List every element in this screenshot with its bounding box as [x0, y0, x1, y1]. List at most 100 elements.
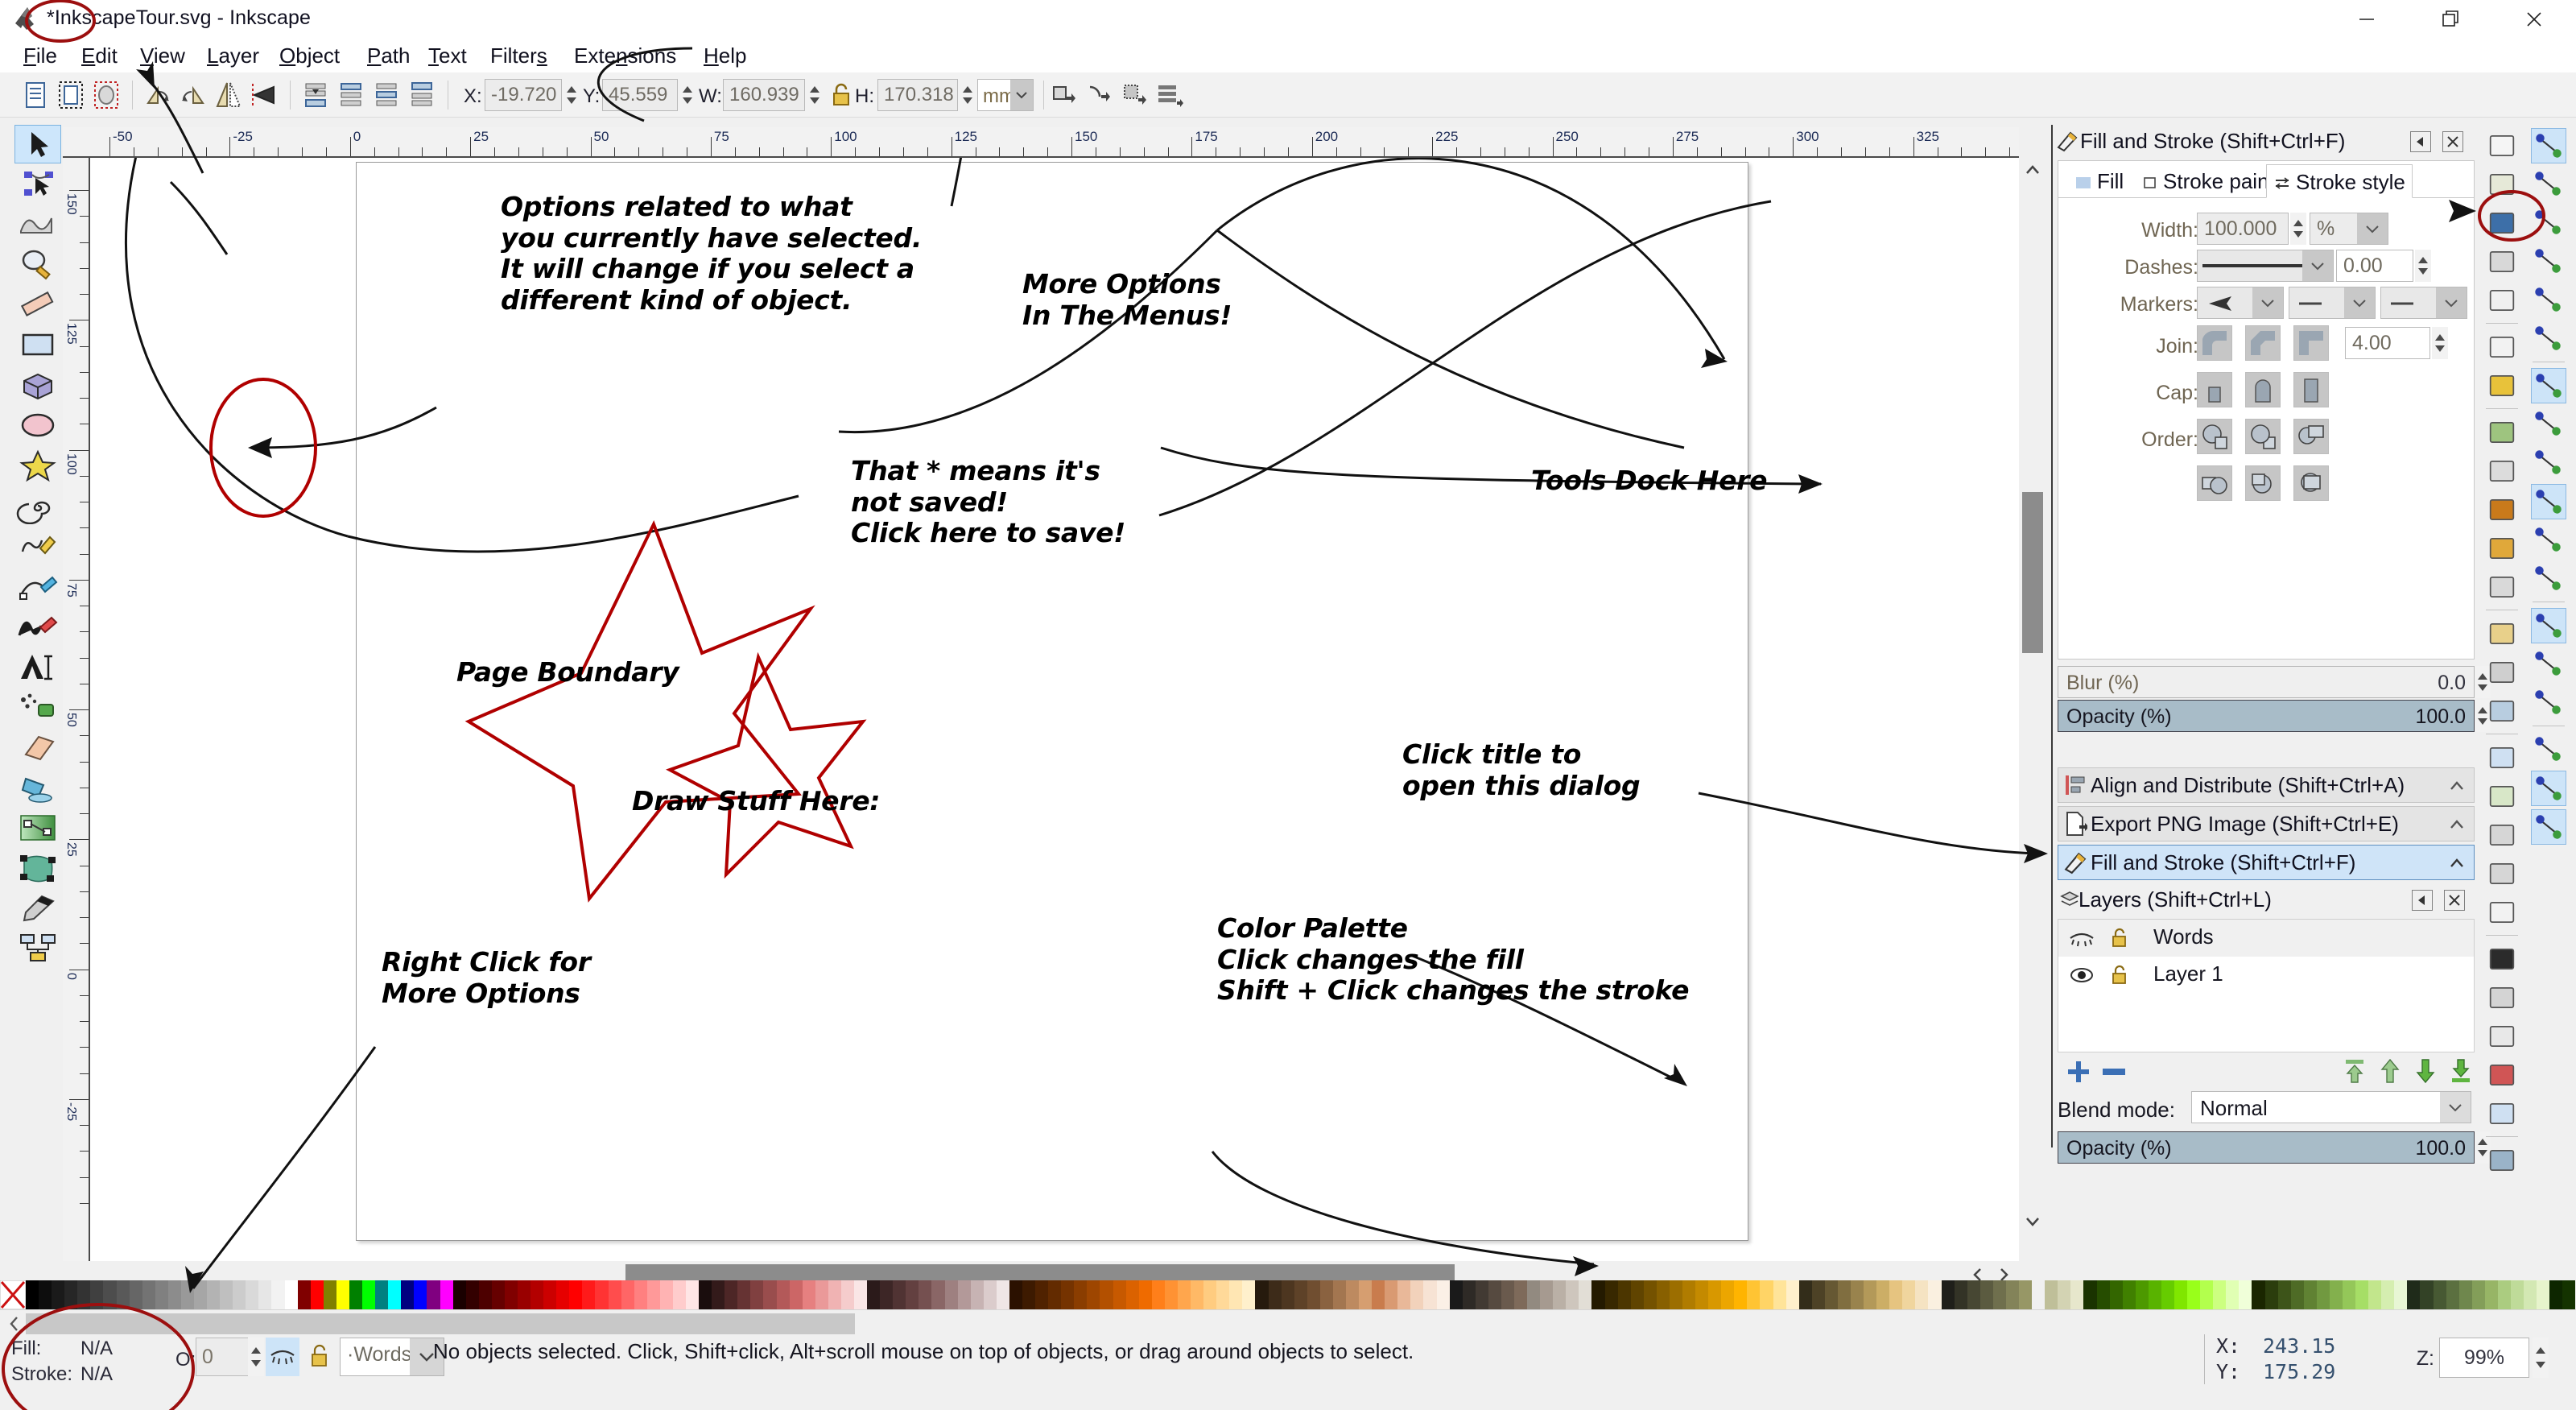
- calligraphy-tool[interactable]: [14, 608, 61, 647]
- color-swatch[interactable]: [1475, 1280, 1488, 1309]
- color-swatch[interactable]: [1332, 1280, 1346, 1309]
- color-swatch[interactable]: [1501, 1280, 1514, 1309]
- snap-guide-icon[interactable]: [2531, 809, 2566, 845]
- color-swatch[interactable]: [284, 1280, 298, 1309]
- menu-text[interactable]: Text: [421, 41, 474, 70]
- color-swatch[interactable]: [1591, 1280, 1605, 1309]
- raise-to-top-icon[interactable]: [2341, 1057, 2368, 1085]
- color-swatch[interactable]: [1294, 1280, 1307, 1309]
- minimize-button[interactable]: [2325, 0, 2409, 39]
- horizontal-ruler[interactable]: -50 -25 0 25 50 75 100 125 150 175 200 225 250 275 300…: [63, 127, 2019, 158]
- fill-value[interactable]: N/A: [80, 1338, 113, 1360]
- raise-icon[interactable]: [370, 79, 402, 111]
- mesh-gradient-tool[interactable]: [14, 850, 61, 888]
- lower-to-bottom-icon[interactable]: [299, 79, 332, 111]
- color-swatch[interactable]: [2083, 1280, 2097, 1309]
- color-swatch[interactable]: [685, 1280, 700, 1309]
- order-stroke-over-fill-button[interactable]: [2245, 419, 2281, 454]
- maximize-button[interactable]: [2409, 0, 2492, 39]
- measure-tool[interactable]: [14, 286, 61, 325]
- color-swatch[interactable]: [2264, 1280, 2278, 1309]
- color-swatch[interactable]: [2213, 1280, 2227, 1309]
- color-swatch[interactable]: [1837, 1280, 1852, 1309]
- opacity-field[interactable]: 0: [196, 1338, 249, 1376]
- flip-vertical-icon[interactable]: [248, 79, 280, 111]
- color-swatch[interactable]: [1773, 1280, 1786, 1309]
- canvas-area[interactable]: Options related to what you currently ha…: [90, 158, 2019, 1261]
- color-swatch[interactable]: [1410, 1280, 1424, 1309]
- vertical-scrollbar[interactable]: [2019, 158, 2046, 1261]
- menu-file[interactable]: File: [16, 41, 64, 70]
- color-swatch[interactable]: [2200, 1280, 2214, 1309]
- color-swatch[interactable]: [970, 1280, 984, 1309]
- color-swatch[interactable]: [77, 1280, 91, 1309]
- miter-limit-field[interactable]: 4.00: [2345, 327, 2430, 359]
- snap-bbox-edge-mid-icon[interactable]: [2531, 283, 2566, 318]
- dockbar-export-png[interactable]: Export PNG Image (Shift+Ctrl+E): [2058, 806, 2475, 841]
- layer-name[interactable]: Words: [2153, 924, 2214, 949]
- snap-text-baseline-icon[interactable]: [2531, 685, 2566, 721]
- color-swatch[interactable]: [983, 1280, 997, 1309]
- color-swatch[interactable]: [2096, 1280, 2110, 1309]
- snap-midpoint-icon[interactable]: [2531, 561, 2566, 597]
- snap-bounding-box-icon[interactable]: [2531, 167, 2566, 202]
- color-swatch[interactable]: [1811, 1280, 1825, 1309]
- color-swatch[interactable]: [1423, 1280, 1437, 1309]
- zoom-selection-icon[interactable]: [2484, 569, 2520, 605]
- minus-icon[interactable]: [2101, 1065, 2127, 1078]
- color-swatch[interactable]: [1669, 1280, 1682, 1309]
- cap-square-button[interactable]: [2293, 372, 2329, 407]
- color-swatch[interactable]: [776, 1280, 790, 1309]
- color-swatch[interactable]: [1979, 1280, 1993, 1309]
- close-icon[interactable]: [2444, 890, 2465, 911]
- color-swatch[interactable]: [491, 1280, 505, 1309]
- lower-to-bottom-icon[interactable]: [2447, 1057, 2475, 1085]
- tab-fill[interactable]: Fill: [2068, 164, 2130, 198]
- color-swatch[interactable]: [944, 1280, 958, 1309]
- color-swatch[interactable]: [582, 1280, 596, 1309]
- color-swatch[interactable]: [1734, 1280, 1748, 1309]
- color-swatch[interactable]: [1177, 1280, 1191, 1309]
- menu-help[interactable]: Help: [696, 41, 753, 70]
- color-swatch[interactable]: [1009, 1280, 1023, 1309]
- color-swatch[interactable]: [1643, 1280, 1657, 1309]
- w-field[interactable]: 160.939: [723, 79, 805, 111]
- vertical-ruler[interactable]: 150 125 100 75 50 25 0 -25: [63, 158, 90, 1261]
- color-swatch[interactable]: [1617, 1280, 1631, 1309]
- marker-start-select[interactable]: [2197, 287, 2284, 319]
- units-select[interactable]: mm: [977, 79, 1034, 111]
- color-swatch[interactable]: [919, 1280, 932, 1309]
- color-swatch[interactable]: [1760, 1280, 1773, 1309]
- color-swatch[interactable]: [90, 1280, 104, 1309]
- color-swatch[interactable]: [595, 1280, 609, 1309]
- color-swatch[interactable]: [142, 1280, 155, 1309]
- dropper-tool[interactable]: [14, 890, 61, 928]
- distribute-icon[interactable]: [1153, 79, 1185, 111]
- flip-horizontal-icon[interactable]: [213, 79, 245, 111]
- scroll-up-icon[interactable]: [2019, 158, 2046, 182]
- gradient-tool[interactable]: [14, 809, 61, 848]
- color-swatch[interactable]: [1022, 1280, 1036, 1309]
- color-swatch[interactable]: [1864, 1280, 1877, 1309]
- cap-butt-button[interactable]: [2197, 372, 2232, 407]
- lock-open-icon[interactable]: [2108, 926, 2131, 950]
- color-swatch[interactable]: [1268, 1280, 1282, 1309]
- color-swatch[interactable]: [52, 1280, 65, 1309]
- color-swatch[interactable]: [931, 1280, 945, 1309]
- color-swatch[interactable]: [1785, 1280, 1799, 1309]
- color-swatch[interactable]: [2446, 1280, 2459, 1309]
- layers-list[interactable]: Words Layer 1: [2058, 919, 2475, 1052]
- menu-filters[interactable]: Filters: [483, 41, 555, 70]
- tab-stroke-paint[interactable]: Stroke paint: [2136, 164, 2281, 198]
- color-swatch[interactable]: [1203, 1280, 1217, 1309]
- selector-tool[interactable]: [14, 125, 61, 163]
- color-swatch[interactable]: [1954, 1280, 1967, 1309]
- color-swatch[interactable]: [608, 1280, 621, 1309]
- export-icon[interactable]: [2484, 329, 2520, 365]
- color-swatch[interactable]: [1889, 1280, 1903, 1309]
- marker-mid-select[interactable]: [2289, 287, 2376, 319]
- color-swatch[interactable]: [1125, 1280, 1139, 1309]
- spray-tool[interactable]: [14, 688, 61, 727]
- zoom-page-icon[interactable]: [2484, 655, 2520, 690]
- menu-path[interactable]: Path: [360, 41, 418, 70]
